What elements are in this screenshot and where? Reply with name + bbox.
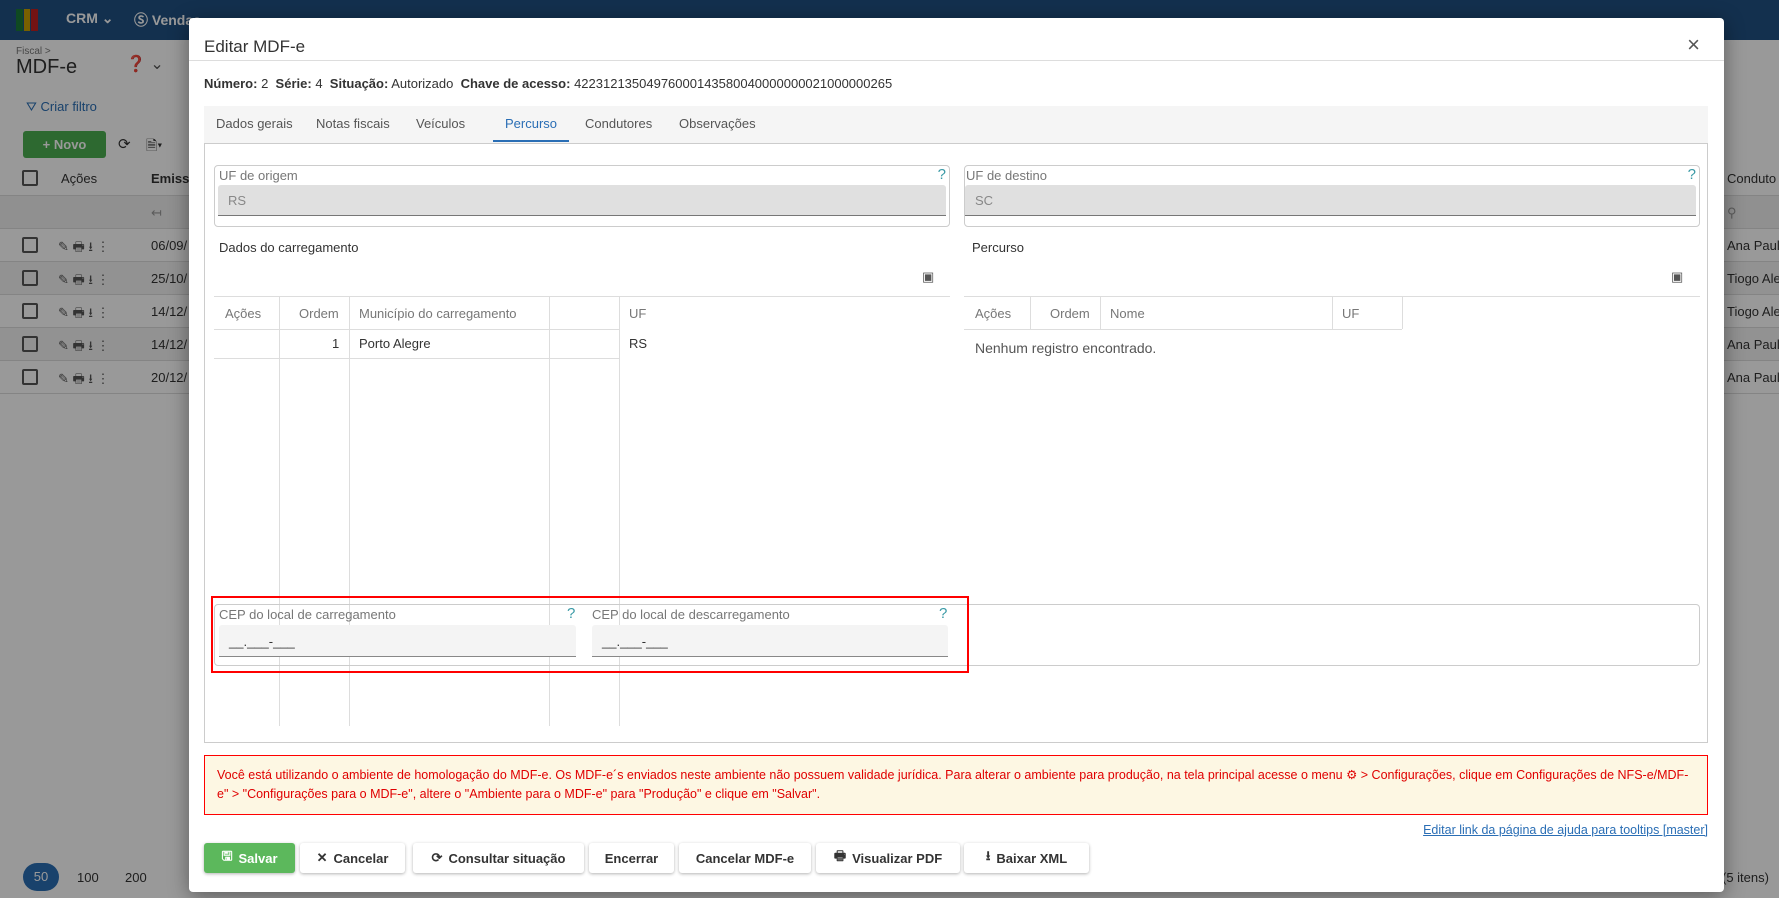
cell-ordem: 1 xyxy=(332,336,340,351)
tab-notas-fiscais[interactable]: Notas fiscais xyxy=(316,106,390,142)
modal-title: Editar MDF-e xyxy=(204,37,306,56)
th-ordem[interactable]: Ordem xyxy=(1050,306,1090,321)
th-ordem[interactable]: Ordem xyxy=(299,306,339,321)
percurso-title: Percurso xyxy=(972,240,1025,255)
th-nome[interactable]: Nome xyxy=(1110,306,1145,321)
empty-message: Nenhum registro encontrado. xyxy=(975,340,1157,356)
refresh-icon: ⟳ xyxy=(431,850,443,865)
print-icon: 🖶 xyxy=(833,848,847,863)
cancel-button[interactable]: ✕ Cancelar xyxy=(300,843,405,873)
tab-bar: Dados gerais Notas fiscais Veículos Perc… xyxy=(204,106,1708,143)
tab-content-percurso: UF de origem ? RS UF de destino ? SC Dad… xyxy=(204,143,1708,743)
th-acoes: Ações xyxy=(225,306,262,321)
th-acoes: Ações xyxy=(975,306,1012,321)
cell-uf: RS xyxy=(629,336,648,351)
edit-mdfe-modal: Editar MDF-e × Número: 2 Série: 4 Situaç… xyxy=(189,18,1724,892)
cancel-mdfe-button[interactable]: Cancelar MDF-e xyxy=(679,843,811,873)
tab-observacoes[interactable]: Observações xyxy=(679,106,756,142)
close-icon: ✕ xyxy=(316,850,328,865)
uf-origem-input: RS xyxy=(218,185,946,216)
column-chooser-icon[interactable]: ▣ xyxy=(922,269,934,285)
mdfe-info: Número: 2 Série: 4 Situação: Autorizado … xyxy=(204,76,893,91)
th-uf[interactable]: UF xyxy=(629,306,646,321)
download-xml-button[interactable]: ⭳ Baixar XML xyxy=(964,843,1089,873)
save-button[interactable]: 🖫 Salvar xyxy=(204,843,295,873)
help-link[interactable]: Editar link da página de ajuda para tool… xyxy=(1423,823,1708,837)
tab-dados-gerais[interactable]: Dados gerais xyxy=(216,106,293,142)
uf-destino-input: SC xyxy=(965,185,1696,216)
close-mdfe-button[interactable]: Encerrar xyxy=(589,843,674,873)
help-icon[interactable]: ? xyxy=(938,166,946,183)
check-status-button[interactable]: ⟳ Consultar situação xyxy=(413,843,584,873)
th-uf[interactable]: UF xyxy=(1342,306,1359,321)
close-icon[interactable]: × xyxy=(1687,32,1700,58)
highlight-box xyxy=(211,596,969,673)
homologation-warning: Você está utilizando o ambiente de homol… xyxy=(204,755,1708,815)
download-icon: ⭳ xyxy=(985,848,991,863)
tab-veiculos[interactable]: Veículos xyxy=(416,106,465,142)
view-pdf-button[interactable]: 🖶 Visualizar PDF xyxy=(816,843,960,873)
tab-condutores[interactable]: Condutores xyxy=(585,106,652,142)
uf-destino-field: UF de destino ? SC xyxy=(964,165,1700,227)
column-chooser-icon[interactable]: ▣ xyxy=(1671,269,1683,285)
tab-percurso[interactable]: Percurso xyxy=(493,106,570,142)
save-icon: 🖫 xyxy=(221,848,233,863)
carregamento-title: Dados do carregamento xyxy=(219,240,359,255)
help-icon[interactable]: ? xyxy=(1688,166,1696,183)
uf-origem-field: UF de origem ? RS xyxy=(214,165,950,227)
cell-municipio: Porto Alegre xyxy=(359,336,431,351)
th-municipio[interactable]: Município do carregamento xyxy=(359,306,517,321)
